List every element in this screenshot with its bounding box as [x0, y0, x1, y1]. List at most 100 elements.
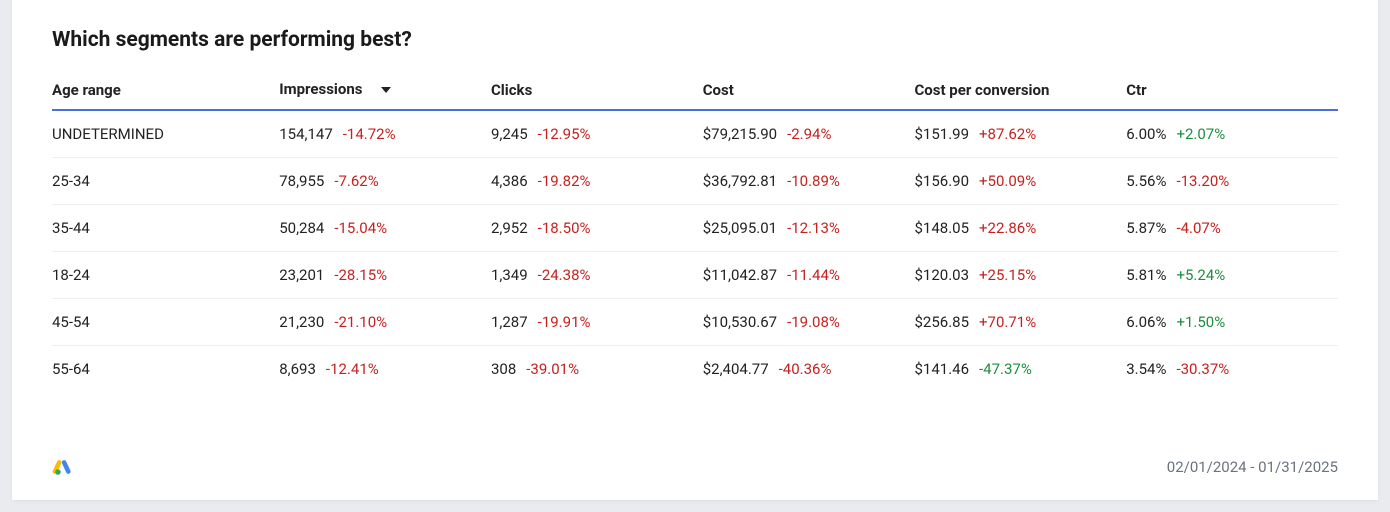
table-row: 35-44 50,284 -15.04% 2,952 -18.50% $25,095.01… — [52, 205, 1338, 252]
cell-delta: -30.37% — [1176, 360, 1229, 378]
cell-ctr: 3.54% -30.37% — [1126, 346, 1338, 393]
cell-delta: -39.01% — [526, 360, 579, 378]
cell-clicks: 1,287-19.91% — [491, 299, 703, 346]
col-header-cpc[interactable]: Cost per conversion — [914, 70, 1126, 110]
cell-clicks: 308-39.01% — [491, 346, 703, 393]
cell-cost: $2,404.77-40.36% — [703, 346, 915, 393]
cell-age-value: 18-24 — [52, 266, 90, 284]
col-header-label: Ctr — [1126, 81, 1146, 99]
cell-delta: -12.95% — [538, 125, 591, 143]
cell-value: $10,530.67 — [703, 313, 777, 331]
cell-value: 5.87% — [1126, 219, 1166, 237]
cell-delta: -11.44% — [787, 266, 840, 284]
cell-value: 154,147 — [279, 125, 333, 143]
cell-delta: -47.37% — [979, 360, 1032, 378]
cell-delta: -13.20% — [1176, 172, 1229, 190]
cell-age: 18-24 — [52, 252, 279, 299]
segments-table: Age range Impressions Clicks Cost Cost p… — [52, 70, 1338, 392]
cell-value: $148.05 — [914, 219, 969, 237]
cell-delta: +1.50% — [1176, 313, 1225, 331]
card-footer: 02/01/2024 - 01/31/2025 — [52, 456, 1338, 478]
cell-delta: -12.41% — [326, 360, 379, 378]
cell-value: 5.81% — [1126, 266, 1166, 284]
cell-delta: -19.82% — [538, 172, 591, 190]
cell-value: 5.56% — [1126, 172, 1166, 190]
col-header-label: Cost per conversion — [914, 81, 1049, 99]
cell-delta: +2.07% — [1176, 125, 1225, 143]
cell-value: $120.03 — [914, 266, 969, 284]
cell-age: 55-64 — [52, 346, 279, 393]
cell-value: $11,042.87 — [703, 266, 777, 284]
cell-cost: $36,792.81 -10.89% — [703, 158, 915, 205]
cell-value: 23,201 — [279, 266, 324, 284]
cell-cpc: $151.99 +87.62% — [914, 110, 1126, 158]
cell-clicks: 2,952 -18.50% — [491, 205, 703, 252]
date-range: 02/01/2024 - 01/31/2025 — [1167, 458, 1338, 476]
table-header-row: Age range Impressions Clicks Cost Cost p… — [52, 70, 1338, 110]
cell-ctr: 6.00%+2.07% — [1126, 110, 1338, 158]
cell-impressions: 154,147 -14.72% — [279, 110, 491, 158]
cell-impressions: 78,955 -7.62% — [279, 158, 491, 205]
cell-delta: -21.10% — [334, 313, 387, 331]
col-header-clicks[interactable]: Clicks — [491, 70, 703, 110]
cell-age-value: UNDETERMINED — [52, 125, 164, 143]
cell-ctr: 5.56% -13.20% — [1126, 158, 1338, 205]
cell-value: 8,693 — [279, 360, 316, 378]
cell-delta: -2.94% — [787, 125, 831, 143]
cell-delta: -14.72% — [343, 125, 396, 143]
col-header-ctr[interactable]: Ctr — [1126, 70, 1338, 110]
cell-cpc: $148.05+22.86% — [914, 205, 1126, 252]
card-title: Which segments are performing best? — [52, 28, 1338, 52]
table-row: 55-64 8,693 -12.41% 308-39.01%$2,404.77-40.… — [52, 346, 1338, 393]
cell-delta: -10.89% — [787, 172, 840, 190]
cell-delta: -7.62% — [334, 172, 378, 190]
col-header-label: Age range — [52, 81, 121, 99]
cell-delta: -15.04% — [334, 219, 387, 237]
cell-ctr: 5.87%-4.07% — [1126, 205, 1338, 252]
cell-value: 78,955 — [279, 172, 324, 190]
table-row: 25-3478,955-7.62%4,386-19.82%$36,792.81-… — [52, 158, 1338, 205]
cell-age-value: 35-44 — [52, 219, 90, 237]
table-row: UNDETERMINED 154,147 -14.72% 9,245 -12.95% $7… — [52, 110, 1338, 158]
cell-value: $156.90 — [914, 172, 969, 190]
cell-clicks: 9,245 -12.95% — [491, 110, 703, 158]
cell-value: 9,245 — [491, 125, 528, 143]
cell-value: $151.99 — [914, 125, 969, 143]
cell-value: $256.85 — [914, 313, 969, 331]
table-row: 18-2423,201-28.15%1,349-24.38%$11,042.87… — [52, 252, 1338, 299]
sort-desc-icon — [380, 81, 392, 99]
cell-age: UNDETERMINED — [52, 110, 279, 158]
col-header-age[interactable]: Age range — [52, 70, 279, 110]
cell-delta: -28.15% — [334, 266, 387, 284]
google-ads-icon — [52, 456, 74, 478]
cell-value: $79,215.90 — [703, 125, 777, 143]
cell-age-value: 55-64 — [52, 360, 90, 378]
col-header-label: Cost — [703, 81, 734, 99]
cell-clicks: 4,386-19.82% — [491, 158, 703, 205]
cell-impressions: 21,230 -21.10% — [279, 299, 491, 346]
cell-value: 3.54% — [1126, 360, 1166, 378]
cell-impressions: 8,693 -12.41% — [279, 346, 491, 393]
cell-value: 1,349 — [491, 266, 528, 284]
cell-delta: -18.50% — [538, 219, 591, 237]
cell-age: 45-54 — [52, 299, 279, 346]
cell-impressions: 50,284 -15.04% — [279, 205, 491, 252]
cell-value: 2,952 — [491, 219, 528, 237]
cell-delta: +25.15% — [979, 266, 1036, 284]
cell-delta: +70.71% — [979, 313, 1036, 331]
cell-cost: $11,042.87 -11.44% — [703, 252, 915, 299]
cell-age-value: 45-54 — [52, 313, 90, 331]
cell-value: $25,095.01 — [703, 219, 777, 237]
cell-value: 21,230 — [279, 313, 324, 331]
col-header-label: Impressions — [279, 80, 362, 98]
cell-cpc: $120.03 +25.15% — [914, 252, 1126, 299]
cell-cpc: $156.90+50.09% — [914, 158, 1126, 205]
cell-age: 35-44 — [52, 205, 279, 252]
cell-delta: +87.62% — [979, 125, 1036, 143]
col-header-cost[interactable]: Cost — [703, 70, 915, 110]
cell-value: 50,284 — [279, 219, 324, 237]
col-header-impressions[interactable]: Impressions — [279, 70, 491, 110]
cell-value: $36,792.81 — [703, 172, 777, 190]
cell-delta: -19.91% — [538, 313, 591, 331]
cell-value: $141.46 — [914, 360, 969, 378]
